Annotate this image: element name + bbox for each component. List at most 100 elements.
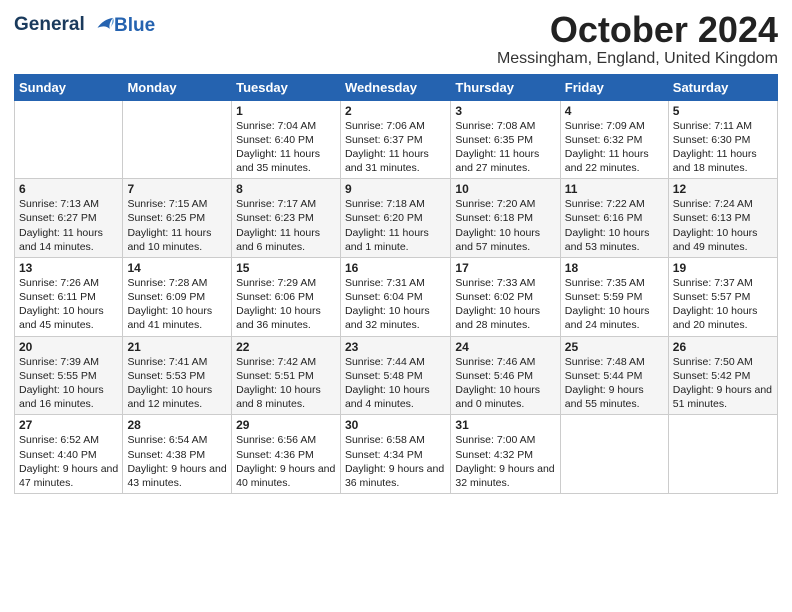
day-number-1: 1 [236,104,336,118]
day-info-3: Sunrise: 7:08 AM Sunset: 6:35 PM Dayligh… [455,119,555,176]
day-info-30: Sunrise: 6:58 AM Sunset: 4:34 PM Dayligh… [345,433,446,490]
cell-w2-d1: 6Sunrise: 7:13 AM Sunset: 6:27 PM Daylig… [15,179,123,258]
cell-w3-d6: 18Sunrise: 7:35 AM Sunset: 5:59 PM Dayli… [560,257,668,336]
day-info-23: Sunrise: 7:44 AM Sunset: 5:48 PM Dayligh… [345,355,446,412]
cell-w2-d7: 12Sunrise: 7:24 AM Sunset: 6:13 PM Dayli… [668,179,777,258]
day-number-22: 22 [236,340,336,354]
day-info-25: Sunrise: 7:48 AM Sunset: 5:44 PM Dayligh… [565,355,664,412]
cell-w1-d5: 3Sunrise: 7:08 AM Sunset: 6:35 PM Daylig… [451,100,560,179]
cell-w3-d1: 13Sunrise: 7:26 AM Sunset: 6:11 PM Dayli… [15,257,123,336]
logo-general: General [14,14,85,35]
header-sunday: Sunday [15,74,123,100]
day-info-17: Sunrise: 7:33 AM Sunset: 6:02 PM Dayligh… [455,276,555,333]
cell-w4-d3: 22Sunrise: 7:42 AM Sunset: 5:51 PM Dayli… [232,336,341,415]
cell-w4-d5: 24Sunrise: 7:46 AM Sunset: 5:46 PM Dayli… [451,336,560,415]
day-number-13: 13 [19,261,118,275]
day-info-21: Sunrise: 7:41 AM Sunset: 5:53 PM Dayligh… [127,355,227,412]
day-info-20: Sunrise: 7:39 AM Sunset: 5:55 PM Dayligh… [19,355,118,412]
cell-w4-d7: 26Sunrise: 7:50 AM Sunset: 5:42 PM Dayli… [668,336,777,415]
header-tuesday: Tuesday [232,74,341,100]
header-wednesday: Wednesday [340,74,450,100]
day-number-16: 16 [345,261,446,275]
header-saturday: Saturday [668,74,777,100]
day-number-14: 14 [127,261,227,275]
day-info-14: Sunrise: 7:28 AM Sunset: 6:09 PM Dayligh… [127,276,227,333]
day-info-29: Sunrise: 6:56 AM Sunset: 4:36 PM Dayligh… [236,433,336,490]
cell-w4-d1: 20Sunrise: 7:39 AM Sunset: 5:55 PM Dayli… [15,336,123,415]
cell-w2-d2: 7Sunrise: 7:15 AM Sunset: 6:25 PM Daylig… [123,179,232,258]
logo-text: General [14,14,114,36]
logo-blue: Blue [114,16,155,37]
cell-w1-d6: 4Sunrise: 7:09 AM Sunset: 6:32 PM Daylig… [560,100,668,179]
day-number-5: 5 [673,104,773,118]
cell-w1-d7: 5Sunrise: 7:11 AM Sunset: 6:30 PM Daylig… [668,100,777,179]
cell-w5-d1: 27Sunrise: 6:52 AM Sunset: 4:40 PM Dayli… [15,415,123,494]
location: Messingham, England, United Kingdom [497,50,778,68]
cell-w4-d6: 25Sunrise: 7:48 AM Sunset: 5:44 PM Dayli… [560,336,668,415]
title-block: October 2024 Messingham, England, United… [497,10,778,68]
day-info-10: Sunrise: 7:20 AM Sunset: 6:18 PM Dayligh… [455,197,555,254]
day-info-13: Sunrise: 7:26 AM Sunset: 6:11 PM Dayligh… [19,276,118,333]
day-number-4: 4 [565,104,664,118]
day-number-26: 26 [673,340,773,354]
day-number-6: 6 [19,182,118,196]
cell-w2-d5: 10Sunrise: 7:20 AM Sunset: 6:18 PM Dayli… [451,179,560,258]
day-info-11: Sunrise: 7:22 AM Sunset: 6:16 PM Dayligh… [565,197,664,254]
day-number-9: 9 [345,182,446,196]
logo-bird-icon [92,14,114,36]
calendar-table: Sunday Monday Tuesday Wednesday Thursday… [14,74,778,494]
logo: General Blue [14,14,155,37]
cell-w1-d4: 2Sunrise: 7:06 AM Sunset: 6:37 PM Daylig… [340,100,450,179]
day-info-5: Sunrise: 7:11 AM Sunset: 6:30 PM Dayligh… [673,119,773,176]
cell-w3-d4: 16Sunrise: 7:31 AM Sunset: 6:04 PM Dayli… [340,257,450,336]
day-number-7: 7 [127,182,227,196]
day-info-2: Sunrise: 7:06 AM Sunset: 6:37 PM Dayligh… [345,119,446,176]
cell-w1-d2 [123,100,232,179]
day-number-21: 21 [127,340,227,354]
header-thursday: Thursday [451,74,560,100]
day-number-25: 25 [565,340,664,354]
cell-w2-d4: 9Sunrise: 7:18 AM Sunset: 6:20 PM Daylig… [340,179,450,258]
day-info-1: Sunrise: 7:04 AM Sunset: 6:40 PM Dayligh… [236,119,336,176]
day-info-26: Sunrise: 7:50 AM Sunset: 5:42 PM Dayligh… [673,355,773,412]
cell-w3-d7: 19Sunrise: 7:37 AM Sunset: 5:57 PM Dayli… [668,257,777,336]
day-number-2: 2 [345,104,446,118]
day-info-19: Sunrise: 7:37 AM Sunset: 5:57 PM Dayligh… [673,276,773,333]
day-number-17: 17 [455,261,555,275]
cell-w4-d2: 21Sunrise: 7:41 AM Sunset: 5:53 PM Dayli… [123,336,232,415]
day-info-27: Sunrise: 6:52 AM Sunset: 4:40 PM Dayligh… [19,433,118,490]
day-number-19: 19 [673,261,773,275]
day-number-29: 29 [236,418,336,432]
weekday-header-row: Sunday Monday Tuesday Wednesday Thursday… [15,74,778,100]
month-title: October 2024 [497,10,778,50]
cell-w1-d1 [15,100,123,179]
cell-w3-d3: 15Sunrise: 7:29 AM Sunset: 6:06 PM Dayli… [232,257,341,336]
cell-w3-d5: 17Sunrise: 7:33 AM Sunset: 6:02 PM Dayli… [451,257,560,336]
cell-w4-d4: 23Sunrise: 7:44 AM Sunset: 5:48 PM Dayli… [340,336,450,415]
day-number-24: 24 [455,340,555,354]
cell-w5-d3: 29Sunrise: 6:56 AM Sunset: 4:36 PM Dayli… [232,415,341,494]
day-info-6: Sunrise: 7:13 AM Sunset: 6:27 PM Dayligh… [19,197,118,254]
day-info-16: Sunrise: 7:31 AM Sunset: 6:04 PM Dayligh… [345,276,446,333]
day-info-18: Sunrise: 7:35 AM Sunset: 5:59 PM Dayligh… [565,276,664,333]
day-number-28: 28 [127,418,227,432]
week-row-4: 20Sunrise: 7:39 AM Sunset: 5:55 PM Dayli… [15,336,778,415]
cell-w5-d7 [668,415,777,494]
header-friday: Friday [560,74,668,100]
day-info-31: Sunrise: 7:00 AM Sunset: 4:32 PM Dayligh… [455,433,555,490]
day-number-3: 3 [455,104,555,118]
header-monday: Monday [123,74,232,100]
day-info-4: Sunrise: 7:09 AM Sunset: 6:32 PM Dayligh… [565,119,664,176]
page: General Blue October 2024 Messingham, En… [0,0,792,612]
day-number-23: 23 [345,340,446,354]
day-number-20: 20 [19,340,118,354]
cell-w5-d5: 31Sunrise: 7:00 AM Sunset: 4:32 PM Dayli… [451,415,560,494]
day-number-18: 18 [565,261,664,275]
day-info-22: Sunrise: 7:42 AM Sunset: 5:51 PM Dayligh… [236,355,336,412]
day-number-31: 31 [455,418,555,432]
day-number-11: 11 [565,182,664,196]
header: General Blue October 2024 Messingham, En… [14,10,778,68]
day-info-28: Sunrise: 6:54 AM Sunset: 4:38 PM Dayligh… [127,433,227,490]
cell-w2-d6: 11Sunrise: 7:22 AM Sunset: 6:16 PM Dayli… [560,179,668,258]
day-info-12: Sunrise: 7:24 AM Sunset: 6:13 PM Dayligh… [673,197,773,254]
